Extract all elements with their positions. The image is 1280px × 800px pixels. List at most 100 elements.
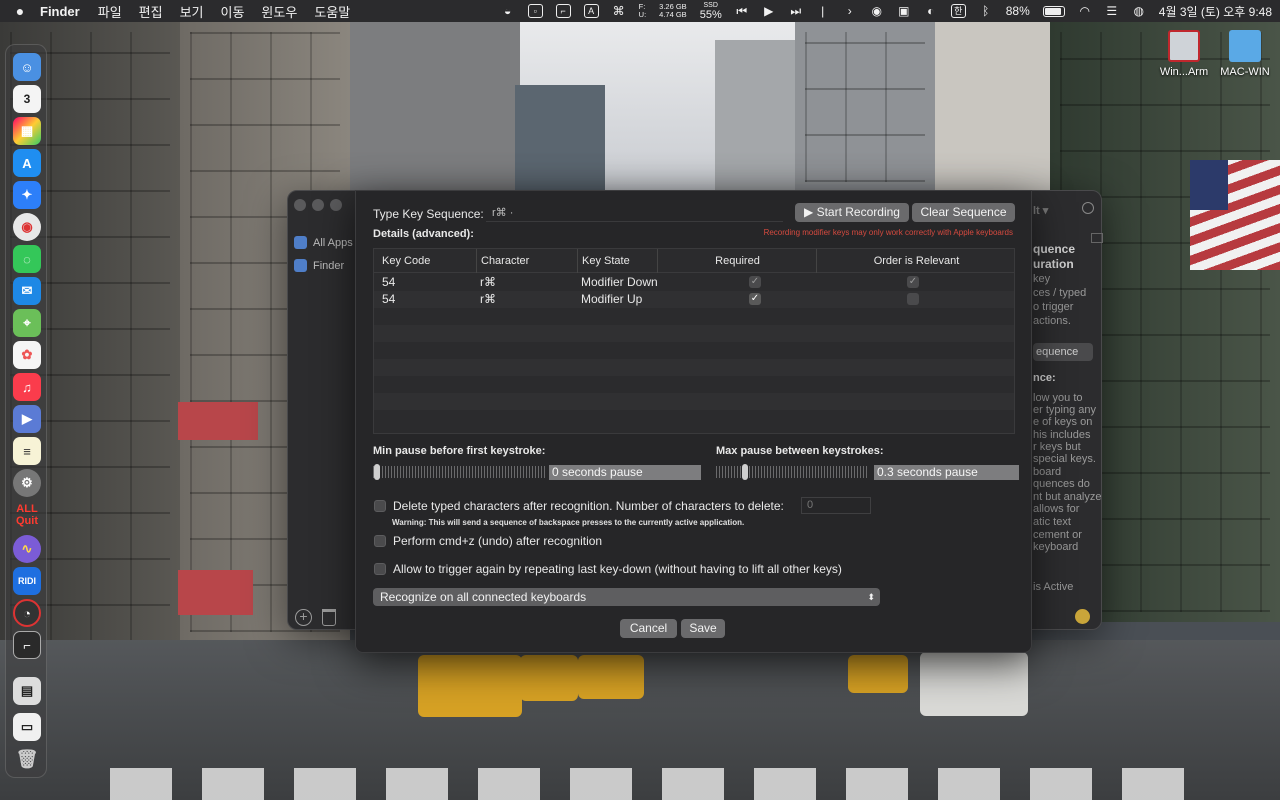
clear-sequence-button[interactable]: Clear Sequence — [912, 203, 1015, 222]
notes-icon[interactable]: ≡ — [13, 437, 41, 465]
desktop-icon-mac-win[interactable]: MAC-WIN — [1209, 30, 1280, 78]
system-preferences-icon[interactable]: ⚙ — [13, 469, 41, 497]
save-button[interactable]: Save — [681, 619, 725, 638]
min-pause-slider-knob[interactable] — [374, 464, 380, 480]
required-checkbox[interactable]: ✓ — [749, 293, 761, 305]
window-zoom-button[interactable] — [330, 199, 342, 211]
table-row[interactable]: 54 r⌘ Modifier Up ✓ — [374, 291, 1014, 308]
keynote-icon[interactable]: ▶ — [13, 405, 41, 433]
wifi-icon[interactable]: ◠ — [1078, 3, 1092, 19]
max-pause-slider[interactable] — [716, 466, 868, 478]
sidebar-item-finder[interactable]: Finder — [294, 259, 344, 272]
undo-checkbox[interactable] — [374, 535, 386, 547]
bluetooth-icon[interactable]: ᛒ — [979, 3, 993, 19]
control-center-icon[interactable]: ☰ — [1105, 3, 1119, 19]
play-icon[interactable]: ▶ — [762, 3, 776, 19]
panel-body-line: special keys. — [1033, 453, 1096, 465]
column-required[interactable]: Required — [657, 249, 817, 273]
menu-app-name[interactable]: Finder — [40, 4, 80, 19]
calendar-icon[interactable]: 3 — [13, 85, 41, 113]
menu-window[interactable]: 윈도우 — [261, 2, 297, 21]
panel-toggle-icon[interactable] — [1091, 233, 1103, 243]
undo-option[interactable]: Perform cmd+z (undo) after recognition — [374, 534, 602, 548]
retrigger-checkbox[interactable] — [374, 563, 386, 575]
siri-icon[interactable]: ◍ — [1132, 3, 1146, 19]
options-icon[interactable] — [1082, 202, 1094, 214]
menu-go[interactable]: 이동 — [221, 2, 245, 21]
command-key-icon[interactable]: ⌘ — [612, 3, 626, 19]
ridi-icon[interactable]: RIDI — [13, 567, 41, 595]
waveform-app-icon[interactable]: ∿ — [13, 535, 41, 563]
ssd-usage[interactable]: SSD 55% — [700, 2, 722, 21]
cancel-button[interactable]: Cancel — [620, 619, 677, 638]
app-store-icon[interactable]: A — [13, 149, 41, 177]
safari-icon[interactable]: ✦ — [13, 181, 41, 209]
panel-top-fragment[interactable]: lt ▾ — [1033, 204, 1048, 217]
play-circle-icon[interactable]: ◉ — [870, 3, 884, 19]
panel-body-line: er typing any — [1033, 404, 1096, 416]
menu-bar-status-area: ◒ ▫ ⌐ A ⌘ F: U: 3.26 GB 4.74 GB SSD 55% … — [501, 0, 1272, 22]
keyboard-select[interactable]: Recognize on all connected keyboards ⬍ — [373, 588, 880, 606]
column-key-code[interactable]: Key Code — [382, 249, 430, 273]
menu-file[interactable]: 파일 — [98, 2, 122, 21]
menu-edit[interactable]: 편집 — [139, 2, 163, 21]
delete-chars-option[interactable]: Delete typed characters after recognitio… — [374, 499, 784, 513]
key-sequence-field[interactable]: r⌘ · — [486, 204, 783, 222]
battery-icon[interactable] — [1042, 5, 1065, 17]
wallpaper-crosswalk — [110, 768, 1210, 800]
panel-body-line: r keys but — [1033, 441, 1081, 453]
add-app-button[interactable]: + — [295, 609, 312, 626]
key-events-table: Key Code Character Key State Required Or… — [373, 248, 1015, 434]
delete-chars-checkbox[interactable] — [374, 500, 386, 512]
window-close-button[interactable] — [294, 199, 306, 211]
chevron-right-icon[interactable]: › — [843, 3, 857, 19]
messages-icon[interactable]: ◌ — [13, 245, 41, 273]
music-icon[interactable]: ♫ — [13, 373, 41, 401]
new-sequence-button[interactable]: equence — [1033, 343, 1093, 361]
start-recording-button[interactable]: ▶ Start Recording — [795, 203, 909, 222]
max-pause-slider-knob[interactable] — [741, 464, 748, 480]
panel-body-line: keyboard — [1033, 541, 1079, 553]
font-app-icon[interactable]: A — [583, 4, 599, 18]
shortcut-app-icon[interactable]: ⌐ — [555, 4, 571, 18]
order-relevant-checkbox[interactable] — [907, 293, 919, 305]
next-track-icon[interactable]: ⏭ — [789, 3, 803, 19]
mask-icon[interactable]: ◒ — [501, 3, 515, 19]
shortcut-app-dock-icon[interactable]: ⌐ — [13, 631, 41, 659]
column-order-relevant[interactable]: Order is Relevant — [816, 249, 1014, 273]
istat-icon[interactable]: ◔ — [13, 599, 41, 627]
disk-stats[interactable]: 3.26 GB 4.74 GB — [659, 3, 687, 19]
column-character[interactable]: Character — [476, 249, 529, 273]
finder-icon[interactable]: ☺ — [13, 53, 41, 81]
retrigger-option[interactable]: Allow to trigger again by repeating last… — [374, 562, 842, 576]
delete-chars-count-input[interactable]: 0 — [801, 497, 871, 514]
required-checkbox[interactable]: ✓ — [749, 276, 761, 288]
photos-icon[interactable]: ✿ — [13, 341, 41, 369]
menu-clock[interactable]: 4월 3일 (토) 오후 9:48 — [1159, 3, 1272, 20]
apple-menu-icon[interactable]: ● — [0, 3, 40, 19]
mail-icon[interactable]: ✉ — [13, 277, 41, 305]
downloads-stack-icon[interactable]: ▭ — [13, 713, 41, 741]
emoji-icon[interactable] — [1075, 609, 1090, 624]
wallpaper-building — [515, 85, 605, 195]
chrome-icon[interactable]: ◉ — [13, 213, 41, 241]
maps-icon[interactable]: ⌖ — [13, 309, 41, 337]
menu-help[interactable]: 도움말 — [314, 2, 350, 21]
delete-app-button[interactable] — [322, 609, 336, 626]
camera-icon[interactable]: ▣ — [897, 3, 911, 19]
table-row[interactable]: 54 r⌘ Modifier Down ✓ ✓ — [374, 274, 1014, 291]
sidebar-item-all-apps[interactable]: All Apps — [294, 236, 353, 249]
order-relevant-checkbox[interactable]: ✓ — [907, 276, 919, 288]
menu-view[interactable]: 보기 — [180, 2, 204, 21]
input-method-icon[interactable]: 한 — [950, 4, 966, 18]
trash-icon[interactable]: 🗑 — [13, 745, 41, 773]
all-quit-icon[interactable]: ALL Quit — [13, 501, 41, 529]
document-stack-icon[interactable]: ▤ — [13, 677, 41, 705]
min-pause-slider[interactable] — [373, 466, 545, 478]
toggle-icon[interactable]: ◐ — [924, 3, 938, 19]
column-key-state[interactable]: Key State — [577, 249, 630, 273]
launchpad-icon[interactable]: ▦ — [13, 117, 41, 145]
previous-track-icon[interactable]: ⏮ — [735, 3, 749, 19]
window-minimize-button[interactable] — [312, 199, 324, 211]
window-manager-icon[interactable]: ▫ — [527, 4, 543, 18]
